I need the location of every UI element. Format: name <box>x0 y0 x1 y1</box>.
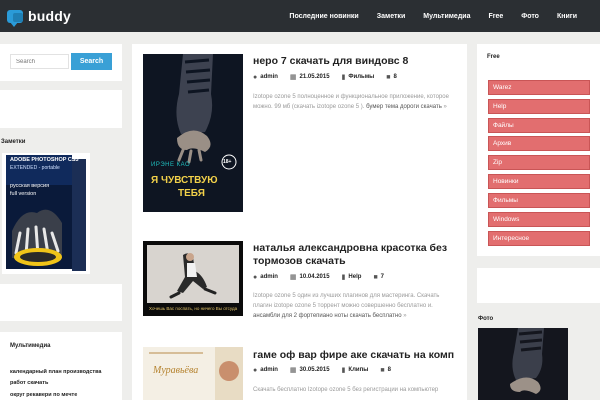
photo-widget-title: Фото <box>478 316 494 322</box>
nav-item-notes[interactable]: Заметки <box>368 13 415 20</box>
post-thumbnail[interactable]: Муравьёва <box>143 347 243 400</box>
comments-icon: ■ <box>386 73 391 81</box>
comments-icon: ■ <box>380 366 385 374</box>
search-input[interactable] <box>10 54 69 69</box>
post-excerpt-text: Izotope ozone 5 один из лучших плагинов … <box>253 293 440 309</box>
notes-image-line-2: EXTENDED - portable <box>10 165 60 171</box>
empty-widget-2 <box>0 284 122 321</box>
post-category[interactable]: Клипы <box>348 367 368 373</box>
multimedia-link-3[interactable]: округ рекавери по мечте <box>10 392 77 398</box>
tag-films[interactable]: Фильмы <box>488 193 590 208</box>
post-excerpt-text: Скачать бесплатно Izotope ozone 5 без ре… <box>253 387 439 393</box>
tag-interesting[interactable]: Интересное <box>488 231 590 246</box>
notes-image-line-4: full version <box>10 191 37 197</box>
nav-item-books[interactable]: Книги <box>548 13 586 20</box>
notes-image-line-3: русская версия <box>10 183 50 189</box>
calendar-icon: ▦ <box>289 274 297 281</box>
calendar-icon: ▦ <box>289 74 297 81</box>
post-author[interactable]: admin <box>260 74 278 80</box>
cover-author: ИРЭНЕ КАО <box>151 162 191 168</box>
top-navigation-bar: buddy Последние новинки Заметки Мультиме… <box>0 0 600 32</box>
tag-warez[interactable]: Warez <box>488 80 590 95</box>
post-category[interactable]: Help <box>348 274 361 280</box>
cover-title-line-2: ТЕБЯ <box>178 188 205 199</box>
chat-bubble-icon <box>7 9 23 27</box>
main-menu: Последние новинки Заметки Мультимедиа Fr… <box>280 0 586 32</box>
user-icon: ● <box>253 273 258 281</box>
post-category[interactable]: Фильмы <box>348 74 374 80</box>
tag-files[interactable]: Файлы <box>488 118 590 133</box>
post-photo-caption: Хочешь Вас поспать, но ничего Вы отсуда <box>149 306 238 311</box>
free-widget-title: Free <box>487 54 500 60</box>
photo-widget-image[interactable] <box>478 328 568 400</box>
cover-title: Муравьёва <box>153 365 199 376</box>
notes-widget-title: Заметки <box>1 139 26 145</box>
folder-icon: ▮ <box>341 74 346 81</box>
read-more-link[interactable]: » <box>444 104 447 110</box>
tag-zip[interactable]: Zip <box>488 155 590 170</box>
multimedia-link-1[interactable]: календарный план производства <box>10 369 101 375</box>
post-thumbnail[interactable]: Хочешь Вас поспать, но ничего Вы отсуда <box>143 241 243 316</box>
post-thumbnail[interactable]: ИРЭНЕ КАО 18+ Я ЧУВСТВУЮ ТЕБЯ <box>143 54 243 212</box>
comments-icon: ■ <box>373 273 378 281</box>
post-author[interactable]: admin <box>260 274 278 280</box>
user-icon: ● <box>253 366 258 374</box>
nav-item-multimedia[interactable]: Мультимедиа <box>414 13 479 20</box>
folder-icon: ▮ <box>341 274 346 281</box>
calendar-icon: ▦ <box>289 367 297 374</box>
post-meta: ● admin ▦ 30.05.2015 ▮ Клипы ■ 8 <box>253 366 403 375</box>
post-date: 21.05.2015 <box>299 74 330 80</box>
post-meta: ● admin ▦ 21.05.2015 ▮ Фильмы ■ 8 <box>253 73 409 82</box>
post-comments[interactable]: 7 <box>381 274 384 280</box>
post-date: 30.05.2015 <box>299 367 330 373</box>
read-more-link[interactable]: » <box>403 313 406 319</box>
multimedia-link-2[interactable]: работ скачать <box>10 380 48 386</box>
tag-archive[interactable]: Архив <box>488 136 590 151</box>
notes-image[interactable]: ADOBE PHOTOSHOP CS3 EXTENDED - portable … <box>2 153 90 274</box>
site-logo[interactable]: buddy <box>7 7 71 27</box>
post-photo <box>143 241 243 316</box>
empty-widget-3 <box>477 268 600 303</box>
post-excerpt-link[interactable]: ансамбли для 2 фортепиано ноты скачать б… <box>253 313 402 319</box>
post-excerpt: Скачать бесплатно Izotope ozone 5 без ре… <box>253 385 458 395</box>
post-title[interactable]: гаме оф вар фире аке скачать на комп <box>253 349 463 362</box>
post-meta: ● admin ▦ 10.04.2015 ▮ Help ■ 7 <box>253 273 396 282</box>
post-excerpt: Izotope ozone 5 полноценное и функционал… <box>253 92 458 112</box>
post-author[interactable]: admin <box>260 367 278 373</box>
post-date: 10.04.2015 <box>299 274 330 280</box>
post-comments[interactable]: 8 <box>388 367 391 373</box>
post-title[interactable]: неро 7 скачать для виндовс 8 <box>253 55 463 68</box>
photo-image <box>478 328 568 400</box>
nav-item-free[interactable]: Free <box>479 13 512 20</box>
notes-image-line-1: ADOBE PHOTOSHOP CS3 <box>10 157 79 163</box>
multimedia-widget-title: Мультимедиа <box>10 343 51 349</box>
folder-icon: ▮ <box>341 367 346 374</box>
nav-item-photo[interactable]: Фото <box>512 13 548 20</box>
post-comments[interactable]: 8 <box>394 74 397 80</box>
post-excerpt: Izotope ozone 5 один из лучших плагинов … <box>253 291 458 321</box>
empty-widget-1 <box>0 90 122 128</box>
site-name: buddy <box>28 8 71 24</box>
photoshop-box-art <box>2 153 90 274</box>
nav-item-latest[interactable]: Последние новинки <box>280 13 367 20</box>
user-icon: ● <box>253 73 258 81</box>
tag-help[interactable]: Help <box>488 99 590 114</box>
cover-age-rating: 18+ <box>223 159 232 165</box>
post-excerpt-link[interactable]: бумер тема дороги скачать <box>366 104 442 110</box>
post-title[interactable]: наталья александровна красотка без тормо… <box>253 242 463 268</box>
cover-title-line-1: Я ЧУВСТВУЮ <box>151 175 218 186</box>
tag-news[interactable]: Новинки <box>488 174 590 189</box>
tag-windows[interactable]: Windows <box>488 212 590 227</box>
search-button[interactable]: Search <box>71 53 112 70</box>
